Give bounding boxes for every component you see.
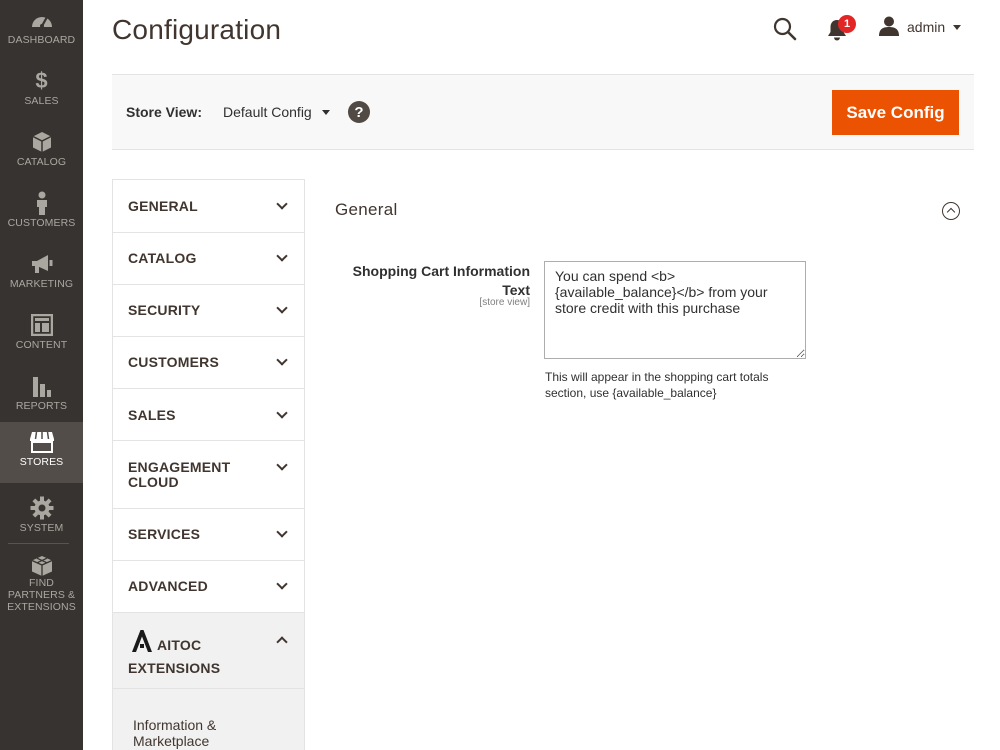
tab-aitoc-extensions-label: AITOC EXTENSIONS: [128, 637, 221, 676]
nav-sales[interactable]: $ SALES: [0, 61, 83, 122]
nav-catalog[interactable]: CATALOG: [0, 122, 83, 183]
nav-sales-label: SALES: [24, 95, 59, 107]
tab-advanced[interactable]: ADVANCED: [113, 561, 304, 613]
tab-services[interactable]: SERVICES: [113, 509, 304, 561]
shopping-cart-info-textarea[interactable]: You can spend <b>{available_balance}</b>…: [544, 261, 806, 359]
field-scope: [store view]: [479, 297, 530, 308]
chevron-down-icon: [276, 198, 288, 210]
store-view-selected: Default Config: [223, 104, 312, 120]
gear-icon: [30, 494, 54, 522]
tab-general-label: GENERAL: [128, 198, 198, 214]
layout-icon: [30, 311, 53, 339]
nav-catalog-label: CATALOG: [16, 156, 67, 168]
cubes-icon: [30, 555, 54, 577]
notifications-count-badge: 1: [838, 15, 856, 33]
tab-sales-label: SALES: [128, 407, 176, 423]
tab-security[interactable]: SECURITY: [113, 285, 304, 337]
help-icon[interactable]: ?: [348, 101, 370, 123]
megaphone-icon: [30, 250, 54, 278]
tab-engagement-cloud-label: ENGAGEMENT CLOUD: [128, 459, 231, 490]
nav-marketing-label: MARKETING: [9, 278, 74, 290]
chevron-down-icon: [276, 250, 288, 262]
section-title[interactable]: General: [335, 200, 398, 220]
tab-advanced-label: ADVANCED: [128, 578, 208, 594]
chevron-down-icon: [276, 407, 288, 419]
collapse-circle-icon[interactable]: [942, 202, 960, 220]
chevron-down-icon: [276, 526, 288, 538]
chevron-down-icon: [276, 354, 288, 366]
bar-chart-icon: [32, 372, 52, 400]
nav-content[interactable]: CONTENT: [0, 305, 83, 366]
tab-general[interactable]: GENERAL: [113, 180, 304, 233]
person-icon: [35, 189, 49, 217]
store-view-bar: Store View: Default Config ? Save Config: [112, 74, 974, 150]
tab-customers[interactable]: CUSTOMERS: [113, 337, 304, 389]
nav-system[interactable]: SYSTEM: [0, 488, 83, 549]
field-label: Shopping Cart Information Text: [352, 263, 530, 298]
admin-sidebar: DASHBOARD $ SALES CATALOG CUSTOMERS MARK…: [0, 0, 83, 750]
chevron-down-icon: [276, 302, 288, 314]
chevron-down-icon: [276, 578, 288, 590]
dollar-icon: $: [35, 68, 48, 93]
nav-reports[interactable]: REPORTS: [0, 366, 83, 427]
sidebar-divider: [8, 543, 69, 544]
nav-stores-label: STORES: [19, 456, 64, 468]
chevron-up-icon: [276, 636, 288, 648]
subitem-information-marketplace[interactable]: Information & Marketplace: [133, 717, 293, 749]
chevron-down-icon: [276, 459, 288, 471]
store-view-switcher[interactable]: Default Config: [223, 104, 330, 120]
nav-find-partners[interactable]: FIND PARTNERS & EXTENSIONS: [0, 549, 83, 613]
tab-aitoc-extensions[interactable]: AITOC EXTENSIONS: [113, 613, 304, 689]
dashboard-gauge-icon: [30, 6, 54, 34]
user-avatar-icon: [879, 16, 899, 38]
store-view-label: Store View:: [126, 104, 202, 120]
tab-catalog[interactable]: CATALOG: [113, 233, 304, 285]
tab-sales[interactable]: SALES: [113, 389, 304, 441]
chevron-down-icon: [321, 109, 330, 115]
tab-engagement-cloud[interactable]: ENGAGEMENT CLOUD: [113, 441, 304, 509]
tab-customers-label: CUSTOMERS: [128, 354, 219, 370]
nav-customers-label: CUSTOMERS: [7, 217, 76, 229]
nav-reports-label: REPORTS: [15, 400, 68, 412]
tab-catalog-label: CATALOG: [128, 250, 197, 266]
nav-system-label: SYSTEM: [19, 522, 64, 534]
nav-customers[interactable]: CUSTOMERS: [0, 183, 83, 244]
nav-marketing[interactable]: MARKETING: [0, 244, 83, 305]
nav-dashboard-label: DASHBOARD: [7, 34, 76, 46]
user-name: admin: [907, 19, 946, 35]
nav-content-label: CONTENT: [15, 339, 68, 351]
tab-security-label: SECURITY: [128, 302, 201, 318]
save-config-button[interactable]: Save Config: [832, 90, 959, 135]
aitoc-subitems: Information & Marketplace: [113, 689, 304, 750]
page-title: Configuration: [112, 14, 282, 45]
search-icon[interactable]: [772, 16, 798, 42]
chevron-down-icon: [953, 24, 962, 30]
storefront-icon: [29, 428, 55, 456]
config-tabs: GENERAL CATALOG SECURITY CUSTOMERS SALES…: [112, 179, 305, 750]
box-icon: [32, 128, 52, 156]
nav-find-partners-label: FIND PARTNERS & EXTENSIONS: [7, 577, 76, 613]
nav-stores[interactable]: STORES: [0, 422, 83, 483]
user-menu[interactable]: admin: [879, 16, 962, 38]
tab-services-label: SERVICES: [128, 526, 201, 542]
field-note: This will appear in the shopping cart to…: [545, 370, 769, 400]
nav-dashboard[interactable]: DASHBOARD: [0, 0, 83, 61]
